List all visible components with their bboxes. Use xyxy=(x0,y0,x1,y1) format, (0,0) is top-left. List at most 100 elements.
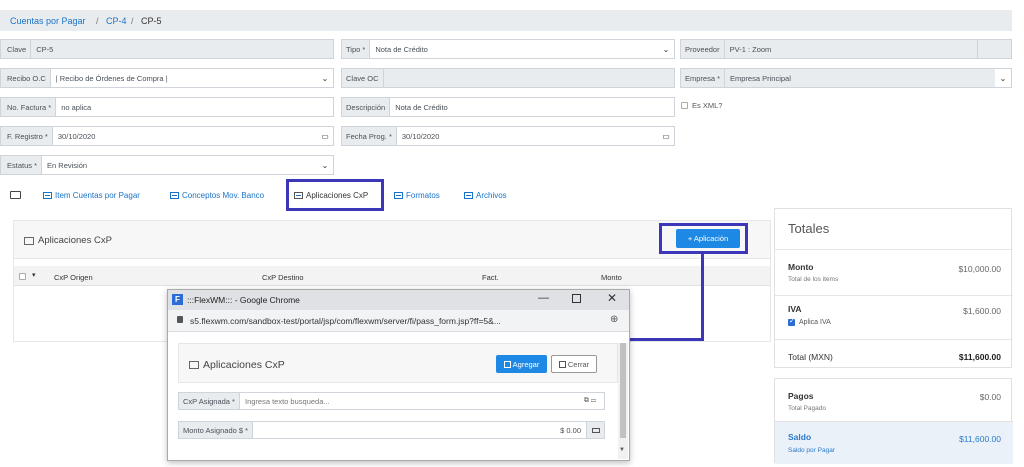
check-icon[interactable] xyxy=(788,317,795,326)
monto-sub: Total de los items xyxy=(788,276,839,283)
estatus-select[interactable]: Estatus * En Revisión ⌄ xyxy=(0,155,334,175)
fecha-prog-date-field[interactable]: Fecha Prog. * 30/10/2020 ▭ xyxy=(341,126,675,146)
es-xml-checkbox[interactable]: Es XML? xyxy=(681,101,722,110)
empresa-value: Empresa Principal xyxy=(725,69,995,87)
chevron-down-icon[interactable]: ⌄ xyxy=(317,156,333,174)
chevron-down-icon[interactable]: ⌄ xyxy=(317,69,333,87)
search-actions-icon[interactable]: ⧉ ▭ xyxy=(576,393,604,409)
popup-form-header: Aplicaciones CxP Agregar Cerrar xyxy=(178,343,618,383)
app-logo-icon: F xyxy=(172,294,183,305)
calendar-icon[interactable]: ▭ xyxy=(658,127,674,145)
tab-archivos[interactable]: Archivos xyxy=(464,185,507,205)
close-box-icon xyxy=(558,360,566,368)
recibo-oc-label: Recibo O.C xyxy=(1,69,51,87)
url-text: s5.flexwm.com/sandbox-test/portal/jsp/co… xyxy=(190,316,501,326)
total-label: Total (MXN) xyxy=(788,352,833,362)
chevron-down-icon[interactable]: ▾ xyxy=(32,271,36,279)
zoom-icon[interactable]: ⊕ xyxy=(610,314,618,325)
highlight-box-tab xyxy=(286,179,384,211)
table-icon xyxy=(43,191,52,199)
clave-oc-value xyxy=(383,69,674,87)
address-bar[interactable]: s5.flexwm.com/sandbox-test/portal/jsp/co… xyxy=(168,310,629,332)
scroll-down-icon[interactable]: ▼ xyxy=(619,447,625,453)
select-all-checkbox[interactable] xyxy=(19,273,26,280)
saldo-value: $11,600.00 xyxy=(959,434,1001,444)
close-icon[interactable]: ✕ xyxy=(607,291,617,305)
factura-value: no aplica xyxy=(61,102,92,112)
tab-formatos[interactable]: Formatos xyxy=(394,185,440,205)
estatus-label: Estatus * xyxy=(1,156,43,174)
popup-titlebar: F :::FlexWM::: - Google Chrome — ✕ xyxy=(168,290,629,310)
breadcrumb-link-cp4[interactable]: CP-4 xyxy=(106,16,127,26)
panel-header xyxy=(14,221,770,259)
recibo-oc-select[interactable]: Recibo O.C | Recibo de Órdenes de Compra… xyxy=(0,68,334,88)
calendar-icon[interactable]: ▭ xyxy=(317,127,333,145)
proveedor-label: Proveedor xyxy=(681,40,725,58)
factura-field[interactable]: No. Factura * no aplica xyxy=(0,97,334,117)
tab-items[interactable]: Item Cuentas por Pagar xyxy=(43,185,140,205)
saldo-sub: Saldo por Pagar xyxy=(788,447,835,454)
tab-formatos-label: Formatos xyxy=(406,190,440,200)
window-title: :::FlexWM::: - Google Chrome xyxy=(187,295,300,305)
tipo-select[interactable]: Tipo * Nota de Crédito ⌄ xyxy=(341,39,675,59)
pagos-row: Pagos Total Pagado $0.00 xyxy=(775,379,1013,421)
table-icon xyxy=(170,191,179,199)
fecha-prog-value: 30/10/2020 xyxy=(401,131,440,141)
recibo-oc-value: | Recibo de Órdenes de Compra | xyxy=(55,73,168,83)
clave-value: CP-5 xyxy=(31,40,333,58)
connector-line-vertical xyxy=(701,253,704,341)
clave-field: Clave CP-5 xyxy=(0,39,334,59)
tab-items-label: Item Cuentas por Pagar xyxy=(55,190,140,200)
saldo-row: Saldo Saldo por Pagar $11,600.00 xyxy=(775,421,1013,464)
pagos-sub: Total Pagado xyxy=(788,405,826,412)
monto-label: Monto xyxy=(788,262,814,272)
tab-folder[interactable] xyxy=(10,185,21,205)
totales-card: Totales Monto Total de los items $10,000… xyxy=(774,208,1013,369)
monto-asignado-input[interactable]: $ 0.00 xyxy=(253,422,586,438)
breadcrumb-separator: / xyxy=(131,16,134,26)
chevron-down-icon[interactable]: ⌄ xyxy=(995,69,1011,87)
registro-date-field[interactable]: F. Registro * 30/10/2020 ▭ xyxy=(0,126,334,146)
popup-scrollbar[interactable]: ▼ xyxy=(618,343,628,459)
monto-value: $10,000.00 xyxy=(958,264,1001,274)
aplica-iva-checkbox[interactable]: Aplica IVA xyxy=(788,317,831,326)
monto-asignado-field[interactable]: Monto Asignado $ * $ 0.00 xyxy=(178,421,605,439)
cxp-asignada-label: CxP Asignada * xyxy=(179,393,240,409)
tab-archivos-label: Archivos xyxy=(476,190,507,200)
total-value: $11,600.00 xyxy=(958,352,1001,362)
panel-title-text: Aplicaciones CxP xyxy=(38,235,112,246)
cxp-asignada-field[interactable]: CxP Asignada * Ingresa texto busqueda...… xyxy=(178,392,605,410)
proveedor-value: PV-1 : Zoom xyxy=(724,40,977,58)
folder-icon xyxy=(10,191,21,199)
popup-heading-text: Aplicaciones CxP xyxy=(203,359,285,371)
col-cxp-origen: CxP Origen xyxy=(54,273,93,282)
fecha-prog-label: Fecha Prog. * xyxy=(342,127,397,145)
es-xml-check-icon[interactable] xyxy=(681,102,688,109)
proveedor-lookup-button[interactable] xyxy=(977,40,1011,58)
agregar-button[interactable]: Agregar xyxy=(496,355,547,373)
cerrar-button[interactable]: Cerrar xyxy=(551,355,597,373)
aplica-iva-label: Aplica IVA xyxy=(799,319,831,326)
chevron-down-icon[interactable]: ⌄ xyxy=(658,40,674,58)
minimize-icon[interactable]: — xyxy=(538,292,549,304)
breadcrumb-link-cuentas[interactable]: Cuentas por Pagar xyxy=(10,16,86,26)
table-icon xyxy=(464,191,473,199)
cerrar-label: Cerrar xyxy=(567,359,590,369)
lock-icon xyxy=(177,316,183,323)
empresa-label: Empresa * xyxy=(681,69,726,87)
tab-conceptos[interactable]: Conceptos Mov. Banco xyxy=(170,185,264,205)
descripcion-field[interactable]: Descripción Nota de Crédito xyxy=(341,97,675,117)
clave-oc-field: Clave OC xyxy=(341,68,675,88)
maximize-icon[interactable] xyxy=(572,294,581,303)
iva-row: IVA Aplica IVA $1,600.00 xyxy=(775,295,1013,339)
total-row: Total (MXN) $11,600.00 xyxy=(775,339,1013,369)
descripcion-value: Nota de Crédito xyxy=(395,102,448,112)
empresa-select[interactable]: Empresa * Empresa Principal ⌄ xyxy=(680,68,1012,88)
clave-label: Clave xyxy=(1,40,32,58)
breadcrumb-separator: / xyxy=(96,16,99,26)
breadcrumb: Cuentas por Pagar / CP-4 / CP-5 xyxy=(0,10,1012,31)
monto-row: Monto Total de los items $10,000.00 xyxy=(775,249,1013,295)
panel-title: Aplicaciones CxP xyxy=(24,235,112,246)
scrollbar-thumb[interactable] xyxy=(620,343,626,438)
cxp-asignada-input[interactable]: Ingresa texto busqueda... xyxy=(240,393,576,409)
